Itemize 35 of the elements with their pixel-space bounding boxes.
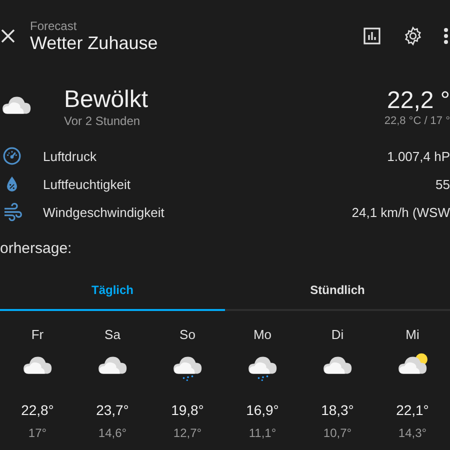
day-label: Di [331, 327, 344, 342]
attribute-value: 24,1 km/h (WSW [352, 204, 450, 220]
attribute-label: Luftfeuchtigkeit [43, 176, 132, 192]
attribute-label: Luftdruck [43, 148, 98, 164]
low-temperature: 12,7° [173, 426, 202, 440]
high-temperature: 22,8° [21, 402, 54, 418]
dialog-subtitle: Forecast [30, 18, 78, 32]
day-label: Sa [104, 327, 120, 342]
current-temperature: 22,2 ° [387, 87, 450, 115]
wind-icon [2, 202, 22, 222]
day-label: Fr [31, 327, 44, 342]
high-temperature: 23,7° [96, 402, 129, 418]
forecast-tab[interactable]: Täglich [0, 269, 225, 311]
low-temperature: 10,7° [323, 426, 352, 440]
attribute-value: 1.007,4 hP [387, 148, 450, 164]
forecast-tab[interactable]: Stündlich [225, 269, 450, 311]
low-temperature: 14,3° [398, 426, 427, 440]
day-label: Mi [406, 327, 420, 342]
gauge-icon [2, 146, 22, 166]
high-temperature: 22,1° [396, 402, 429, 418]
low-temperature: 14,6° [98, 426, 127, 440]
high-temperature: 18,3° [321, 402, 354, 418]
dialog-title: Wetter Zuhause [30, 32, 159, 54]
high-temperature: 19,8° [171, 402, 204, 418]
forecast-heading: orhersage: [0, 240, 73, 257]
low-temperature: 17° [28, 426, 47, 440]
attribute-value: 55 [436, 176, 450, 192]
day-label: So [180, 327, 196, 342]
day-label: Mo [253, 327, 272, 342]
temperature-range: 22,8 °C / 17 ° [384, 115, 450, 127]
condition-text: Bewölkt [64, 86, 150, 114]
attribute-label: Windgeschwindigkeit [43, 204, 166, 220]
high-temperature: 16,9° [246, 402, 279, 418]
updated-time: Vor 2 Stunden [64, 114, 142, 128]
low-temperature: 11,1° [248, 426, 276, 440]
